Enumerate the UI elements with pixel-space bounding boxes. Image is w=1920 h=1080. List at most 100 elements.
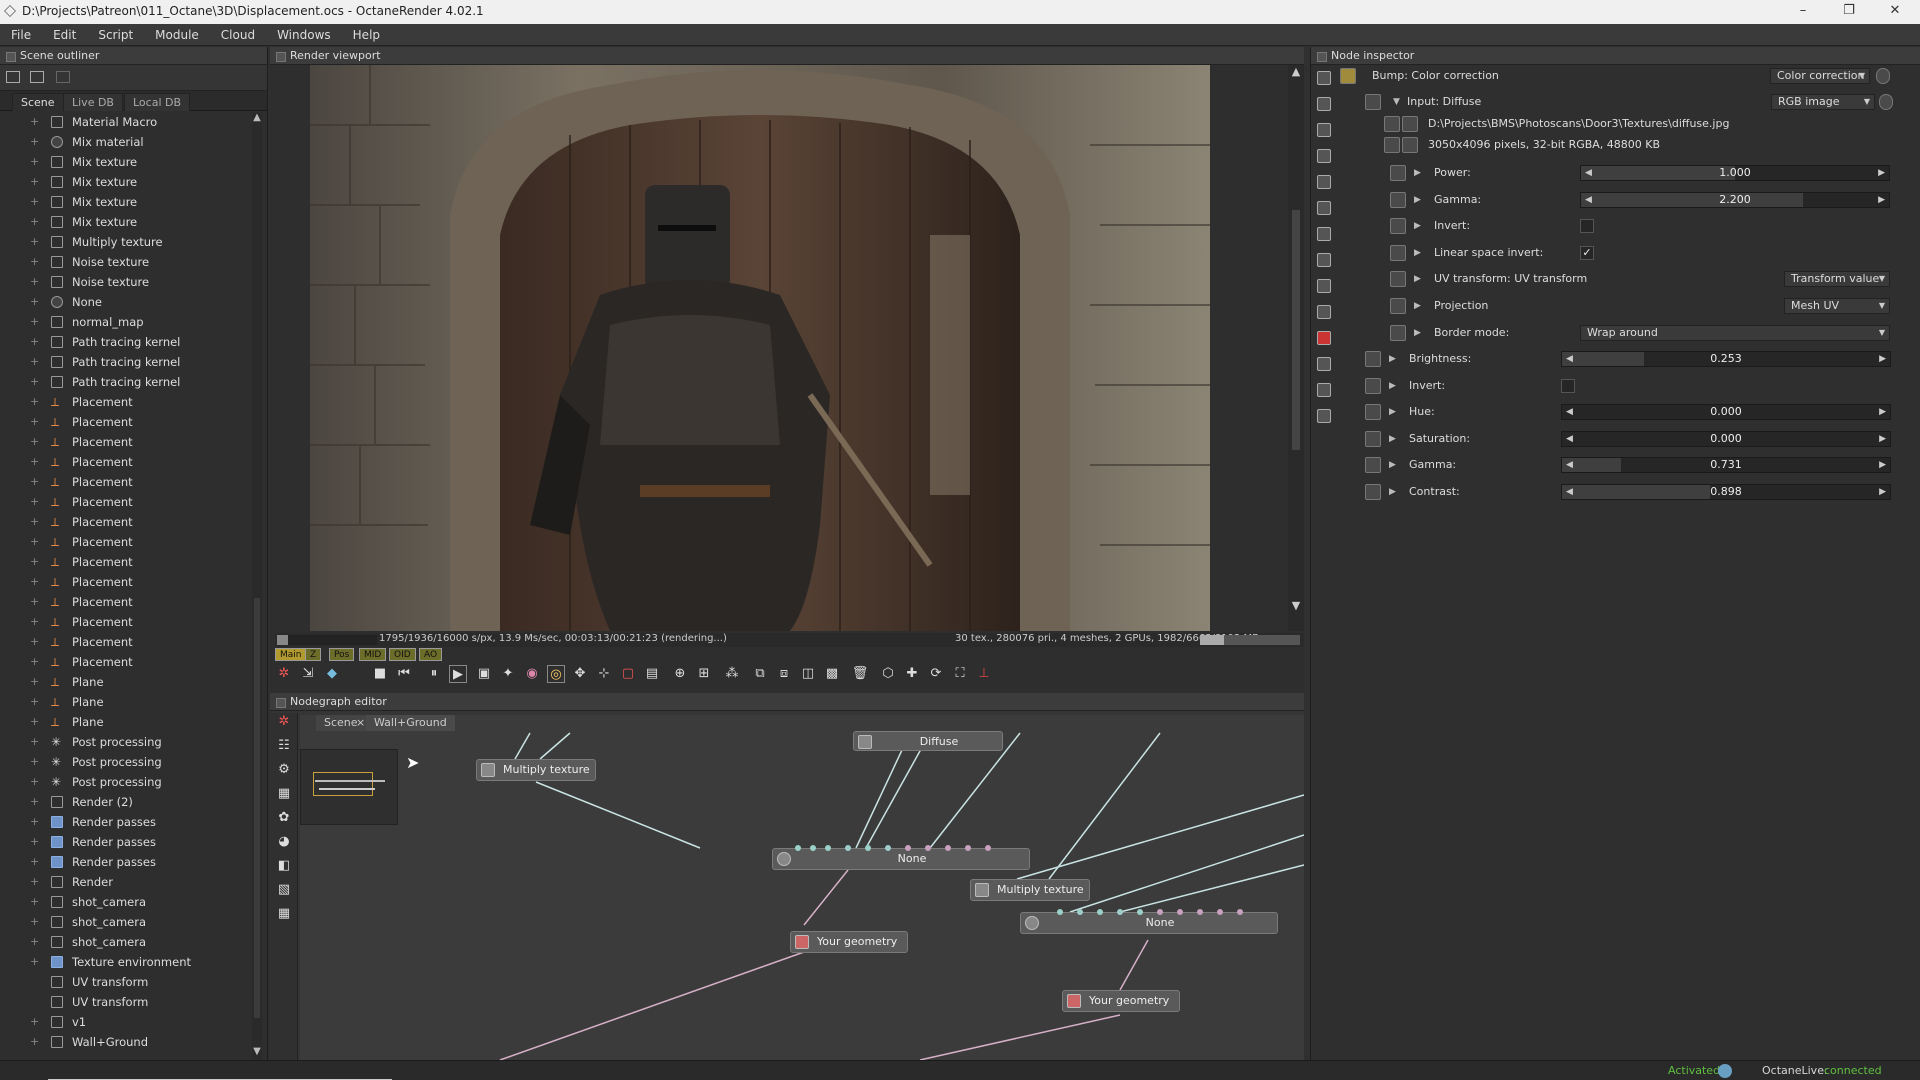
param-type-icon[interactable]: [1365, 351, 1381, 367]
expand-icon[interactable]: +: [30, 592, 39, 612]
pin-icon[interactable]: [1879, 94, 1893, 110]
tree-item[interactable]: + shot_camera: [0, 932, 250, 952]
expand-icon[interactable]: +: [30, 872, 39, 892]
tree-item[interactable]: + Render (2): [0, 792, 250, 812]
layout-icon[interactable]: ☷: [275, 737, 293, 755]
tree-item[interactable]: + Mix texture: [0, 172, 250, 192]
increment-arrow-icon[interactable]: ▶: [1879, 458, 1886, 472]
tree-item[interactable]: + ⟂ Plane: [0, 692, 250, 712]
tree-item[interactable]: + normal_map: [0, 312, 250, 332]
param-checkbox[interactable]: ✓: [1580, 245, 1594, 260]
list-icon[interactable]: [1317, 97, 1331, 111]
environment-icon[interactable]: ▧: [275, 881, 293, 899]
viewport-scroll-thumb[interactable]: [1292, 210, 1300, 450]
expand-icon[interactable]: +: [30, 952, 39, 972]
param-dropdown[interactable]: Wrap around ▼: [1580, 324, 1890, 341]
realtime-icon[interactable]: ▣: [475, 665, 493, 683]
axis-gizmo-icon[interactable]: ⊥: [975, 665, 993, 683]
tree-item[interactable]: + Mix texture: [0, 192, 250, 212]
geometry-icon[interactable]: [1317, 175, 1331, 189]
subsample-icon[interactable]: ▩: [823, 665, 841, 683]
tree-item[interactable]: + ⟂ Placement: [0, 532, 250, 552]
decrement-arrow-icon[interactable]: ◀: [1585, 193, 1592, 207]
expand-icon[interactable]: +: [30, 112, 39, 132]
expand-icon[interactable]: +: [30, 652, 39, 672]
expand-icon[interactable]: +: [30, 512, 39, 532]
expand-arrow-icon[interactable]: ▶: [1389, 401, 1396, 423]
input-type-dropdown[interactable]: RGB image ▼: [1771, 94, 1875, 110]
settings-gear-icon[interactable]: ✲: [275, 665, 293, 683]
menu-help[interactable]: Help: [342, 24, 391, 46]
tree-item[interactable]: + ✳ Post processing: [0, 752, 250, 772]
expand-arrow-icon[interactable]: ▶: [1414, 242, 1421, 264]
tree-item[interactable]: + Path tracing kernel: [0, 372, 250, 392]
expand-arrow-icon[interactable]: ▶: [1414, 295, 1421, 317]
param-type-icon[interactable]: [1390, 165, 1406, 181]
material-icon[interactable]: ◕: [275, 833, 293, 851]
menu-file[interactable]: File: [0, 24, 42, 46]
refresh-icon[interactable]: [30, 71, 44, 83]
expand-icon[interactable]: +: [30, 1012, 39, 1032]
tree-item[interactable]: + Noise texture: [0, 252, 250, 272]
camera-target-icon[interactable]: ⊹: [595, 665, 613, 683]
tab-live-db[interactable]: Live DB: [63, 93, 123, 111]
expand-icon[interactable]: +: [30, 852, 39, 872]
tree-item[interactable]: + None: [0, 292, 250, 312]
focus-picker-icon[interactable]: ✦: [499, 665, 517, 683]
expand-icon[interactable]: +: [30, 152, 39, 172]
increment-arrow-icon[interactable]: ▶: [1878, 166, 1885, 180]
expand-icon[interactable]: +: [30, 672, 39, 692]
expand-icon[interactable]: +: [30, 192, 39, 212]
export-icon[interactable]: ⇲: [299, 665, 317, 683]
expand-icon[interactable]: +: [30, 352, 39, 372]
pin-icon[interactable]: [1876, 68, 1890, 84]
material-icon[interactable]: [1317, 201, 1331, 215]
pass-ao[interactable]: AO: [419, 648, 443, 661]
material-picker-icon[interactable]: ◎: [547, 665, 565, 683]
expand-arrow-icon[interactable]: ▶: [1389, 454, 1396, 476]
scroll-down-icon[interactable]: ▼: [1290, 599, 1302, 612]
move-icon[interactable]: ✚: [903, 665, 921, 683]
expand-icon[interactable]: +: [30, 692, 39, 712]
tree-item[interactable]: + ⟂ Placement: [0, 452, 250, 472]
expand-icon[interactable]: +: [30, 172, 39, 192]
tree-item[interactable]: + ⟂ Placement: [0, 512, 250, 532]
geometry-icon[interactable]: ✿: [275, 809, 293, 827]
param-slider[interactable]: 0.253 ◀ ▶: [1561, 351, 1891, 367]
decrement-arrow-icon[interactable]: ◀: [1566, 458, 1573, 472]
nodegraph-canvas[interactable]: Scene × Wall+Ground Multiply texture Dif…: [300, 715, 1304, 1060]
tree-item[interactable]: + ✳ Post processing: [0, 772, 250, 792]
pause-icon[interactable]: ⏸: [425, 665, 443, 683]
expand-icon[interactable]: +: [30, 552, 39, 572]
fullscreen-icon[interactable]: ⛶: [951, 665, 969, 683]
minimize-button[interactable]: –: [1780, 0, 1826, 24]
stop-icon[interactable]: ■: [371, 665, 389, 683]
param-slider[interactable]: 0.898 ◀ ▶: [1561, 484, 1891, 500]
pass-z[interactable]: Z: [305, 648, 322, 661]
settings-gear-icon[interactable]: ✲: [275, 713, 293, 731]
expand-icon[interactable]: +: [30, 472, 39, 492]
expand-arrow-icon[interactable]: ▶: [1414, 322, 1421, 344]
expand-icon[interactable]: +: [30, 232, 39, 252]
tree-item[interactable]: +UV transform: [0, 992, 250, 1012]
expand-icon[interactable]: +: [30, 772, 39, 792]
record-icon[interactable]: [1317, 331, 1331, 345]
viewport-scrollbar[interactable]: ▲ ▼: [1288, 65, 1304, 631]
tree-item[interactable]: + Mix material: [0, 132, 250, 152]
pass-mid[interactable]: MID: [359, 648, 387, 661]
expand-arrow-icon[interactable]: ▶: [1389, 348, 1396, 370]
decrement-arrow-icon[interactable]: ◀: [1566, 432, 1573, 446]
tree-item[interactable]: + Mix texture: [0, 212, 250, 232]
param-type-icon[interactable]: [1390, 324, 1406, 341]
expand-icon[interactable]: +: [30, 412, 39, 432]
expand-icon[interactable]: +: [30, 812, 39, 832]
expand-icon[interactable]: +: [30, 732, 39, 752]
expand-icon[interactable]: +: [30, 212, 39, 232]
expand-icon[interactable]: +: [30, 392, 39, 412]
tree-item[interactable]: + Render passes: [0, 852, 250, 872]
collapse-arrow-icon[interactable]: ▼: [1393, 91, 1400, 113]
expand-icon[interactable]: +: [30, 272, 39, 292]
maximize-button[interactable]: ❐: [1826, 0, 1872, 24]
expand-icon[interactable]: +: [30, 432, 39, 452]
white-balance-icon[interactable]: ◉: [523, 665, 541, 683]
